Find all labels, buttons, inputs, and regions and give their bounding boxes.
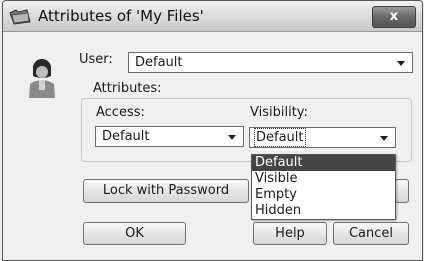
cancel-button[interactable]: Cancel: [333, 222, 409, 245]
user-label: User:: [79, 52, 113, 67]
visibility-select[interactable]: Default: [249, 127, 396, 148]
folder-icon: [9, 9, 31, 25]
visibility-label: Visibility:: [250, 105, 308, 120]
chevron-down-icon: [397, 61, 405, 66]
visibility-option-visible[interactable]: Visible: [252, 171, 395, 187]
chevron-down-icon: [228, 135, 236, 140]
user-select[interactable]: Default: [128, 52, 413, 73]
close-icon: x: [389, 9, 399, 24]
title-bar[interactable]: Attributes of 'My Files' x: [3, 1, 422, 32]
visibility-option-empty[interactable]: Empty: [252, 187, 395, 203]
close-button[interactable]: x: [372, 6, 416, 28]
attributes-group-label: Attributes:: [93, 81, 162, 96]
help-button[interactable]: Help: [253, 222, 327, 245]
visibility-dropdown-list: Default Visible Empty Hidden: [251, 154, 396, 220]
lock-with-password-button[interactable]: Lock with Password: [83, 179, 249, 203]
user-select-value: Default: [135, 55, 183, 70]
visibility-option-hidden[interactable]: Hidden: [252, 203, 395, 219]
access-select-value: Default: [102, 129, 150, 144]
hidden-button[interactable]: [395, 179, 409, 203]
access-select[interactable]: Default: [95, 126, 244, 147]
chevron-down-icon: [380, 136, 388, 141]
ok-label: OK: [125, 226, 144, 241]
attributes-dialog: Attributes of 'My Files' x User: Default…: [2, 0, 423, 261]
access-label: Access:: [96, 105, 145, 120]
visibility-option-default[interactable]: Default: [252, 155, 395, 171]
lock-with-password-label: Lock with Password: [102, 183, 230, 198]
ok-button[interactable]: OK: [83, 222, 186, 245]
user-avatar-icon: [29, 59, 55, 98]
visibility-select-value: Default: [254, 128, 306, 147]
cancel-label: Cancel: [348, 226, 394, 241]
window-title: Attributes of 'My Files': [38, 7, 204, 25]
help-label: Help: [275, 226, 305, 241]
